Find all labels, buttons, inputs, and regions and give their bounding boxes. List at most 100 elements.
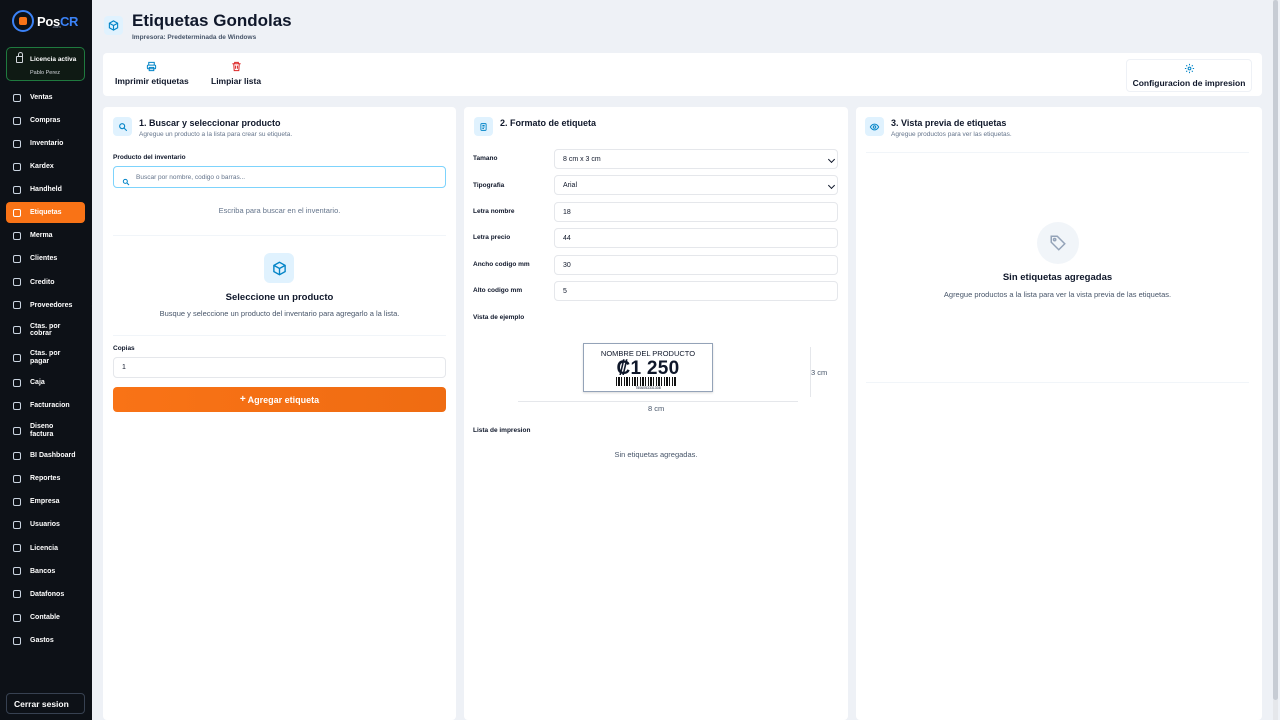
sidebar-item-bancos[interactable]: Bancos bbox=[6, 561, 85, 582]
page-scrollbar[interactable] bbox=[1273, 0, 1278, 720]
sidebar-item-merma[interactable]: Merma bbox=[6, 226, 85, 247]
sidebar-item-ctas-por-cobrar[interactable]: Ctas. por cobrar bbox=[6, 318, 85, 343]
copies-input[interactable]: 1 bbox=[113, 357, 446, 378]
plus-icon: + bbox=[239, 393, 246, 405]
user-icon bbox=[13, 255, 21, 264]
print-list-empty: Sin etiquetas agregadas. bbox=[614, 450, 698, 459]
sidebar-item-diseno-factura[interactable]: Diseno factura bbox=[6, 418, 85, 443]
sidebar-item-label: Bancos bbox=[30, 567, 56, 575]
clipboard-icon bbox=[13, 116, 21, 125]
price-size-input[interactable]: 44 bbox=[554, 228, 838, 248]
sidebar-item-etiquetas[interactable]: Etiquetas bbox=[6, 202, 85, 224]
product-search-input[interactable] bbox=[136, 171, 436, 183]
labels-preview-panel: 3. Vista previa de etiquetas Agregue pro… bbox=[856, 107, 1262, 720]
search-icon bbox=[122, 173, 130, 191]
gear-icon bbox=[1184, 63, 1195, 74]
barcode-height-input[interactable]: 5 bbox=[554, 281, 838, 301]
width-dimension-line bbox=[518, 401, 798, 402]
barcode-width-input[interactable]: 30 bbox=[554, 255, 838, 275]
sample-barcode-number: 7506053331308 bbox=[635, 386, 661, 390]
sidebar: PosCR .com Licencia activa Pablo Perez V… bbox=[0, 0, 92, 720]
sidebar-item-contable[interactable]: Contable bbox=[6, 607, 85, 628]
sidebar-item-label: Ventas bbox=[30, 93, 53, 101]
sidebar-item-ventas[interactable]: Ventas bbox=[6, 87, 85, 108]
size-label: Tamano bbox=[473, 155, 498, 162]
gear-icon bbox=[13, 498, 21, 507]
printer-icon bbox=[146, 61, 157, 72]
print-config-button[interactable]: Configuracion de impresion bbox=[1126, 59, 1252, 92]
sidebar-item-label: Licencia bbox=[30, 544, 59, 552]
sidebar-item-datafonos[interactable]: Datafonos bbox=[6, 584, 85, 605]
sample-label-preview: NOMBRE DEL PRODUCTO ₡1 250 7506053331308 bbox=[583, 343, 713, 392]
font-select[interactable]: Arial bbox=[554, 175, 838, 195]
sidebar-item-label: Diseno factura bbox=[30, 423, 54, 438]
search-hint: Escriba para buscar en el inventario. bbox=[218, 206, 341, 215]
sidebar-item-licencia[interactable]: Licencia bbox=[6, 538, 85, 559]
sidebar-item-ctas-por-pagar[interactable]: Ctas. por pagar bbox=[6, 345, 85, 370]
download-icon bbox=[13, 326, 21, 335]
sidebar-item-facturacion[interactable]: Facturacion bbox=[6, 395, 85, 416]
sidebar-item-proveedores[interactable]: Proveedores bbox=[6, 295, 85, 316]
sidebar-item-credito[interactable]: Credito bbox=[6, 272, 85, 293]
sidebar-item-label: Caja bbox=[30, 378, 45, 386]
sidebar-item-reportes[interactable]: Reportes bbox=[6, 469, 85, 490]
sidebar-item-label: Proveedores bbox=[30, 301, 73, 309]
sidebar-item-label: Datafonos bbox=[30, 590, 65, 598]
logo-subtext: .com bbox=[52, 24, 61, 29]
sidebar-nav: Ventas Compras Inventario Kardex Handheld Eti… bbox=[6, 87, 85, 653]
panel-subtitle: Agregue un producto a la lista para crea… bbox=[139, 131, 293, 138]
logout-button[interactable]: Cerrar sesion bbox=[6, 693, 85, 714]
price-size-label: Letra precio bbox=[473, 234, 511, 241]
sidebar-item-gastos[interactable]: Gastos bbox=[6, 630, 85, 651]
search-icon bbox=[113, 117, 132, 136]
bank-icon bbox=[13, 567, 21, 576]
preview-empty-state: Sin etiquetas agregadas Agregue producto… bbox=[866, 152, 1249, 383]
upload-icon bbox=[13, 353, 21, 362]
box-icon bbox=[104, 16, 123, 35]
sidebar-item-label: Contable bbox=[30, 613, 60, 621]
scrollbar-thumb[interactable] bbox=[1273, 0, 1278, 700]
panel-subtitle: Agregue productos para ver las etiquetas… bbox=[891, 131, 1012, 138]
add-label-text: Agregar etiqueta bbox=[247, 394, 320, 405]
sidebar-item-caja[interactable]: Caja bbox=[6, 372, 85, 393]
empty-state-title: Sin etiquetas agregadas bbox=[1002, 272, 1113, 283]
clear-list-label: Limpiar lista bbox=[211, 76, 262, 86]
sidebar-item-label: Merma bbox=[30, 232, 53, 240]
print-labels-button[interactable]: Imprimir etiquetas bbox=[115, 61, 189, 86]
sidebar-item-clientes[interactable]: Clientes bbox=[6, 249, 85, 270]
height-dimension-label: 3 cm bbox=[811, 368, 828, 377]
license-badge: Licencia activa Pablo Perez bbox=[6, 47, 85, 81]
sidebar-item-kardex[interactable]: Kardex bbox=[6, 156, 85, 177]
size-select[interactable]: 8 cm x 3 cm bbox=[554, 149, 838, 169]
box-icon bbox=[13, 139, 21, 148]
product-search-box[interactable] bbox=[113, 166, 446, 188]
card-icon bbox=[13, 590, 21, 599]
sidebar-item-bi-dashboard[interactable]: BI Dashboard bbox=[6, 445, 85, 466]
cart-icon bbox=[13, 93, 21, 102]
sidebar-item-empresa[interactable]: Empresa bbox=[6, 492, 85, 513]
license-status: Licencia activa bbox=[30, 56, 77, 63]
page-title: Etiquetas Gondolas bbox=[132, 11, 292, 30]
sidebar-item-usuarios[interactable]: Usuarios bbox=[6, 515, 85, 536]
sidebar-item-label: Clientes bbox=[30, 255, 58, 263]
sample-view-label: Vista de ejemplo bbox=[473, 314, 525, 321]
product-field-label: Producto del inventario bbox=[113, 154, 186, 161]
sidebar-item-label: Inventario bbox=[30, 139, 64, 147]
sidebar-item-handheld[interactable]: Handheld bbox=[6, 179, 85, 200]
search-product-panel: 1. Buscar y seleccionar producto Agregue… bbox=[103, 107, 456, 720]
license-user: Pablo Perez bbox=[30, 70, 60, 76]
sidebar-item-inventario[interactable]: Inventario bbox=[6, 133, 85, 154]
bar-chart-icon bbox=[13, 451, 21, 460]
add-label-button[interactable]: + Agregar etiqueta bbox=[113, 387, 446, 412]
panel-title: 1. Buscar y seleccionar producto bbox=[139, 118, 281, 128]
clear-list-button[interactable]: Limpiar lista bbox=[211, 61, 261, 86]
sidebar-item-label: Etiquetas bbox=[30, 209, 62, 217]
name-size-input[interactable]: 18 bbox=[554, 202, 838, 222]
app-logo[interactable]: PosCR bbox=[12, 8, 80, 34]
sidebar-item-compras[interactable]: Compras bbox=[6, 110, 85, 131]
barcode-width-label: Ancho codigo mm bbox=[473, 261, 530, 268]
font-label: Tipografia bbox=[473, 182, 505, 189]
logo-icon bbox=[12, 10, 34, 32]
sidebar-item-label: Ctas. por cobrar bbox=[30, 322, 61, 338]
chart-icon bbox=[13, 162, 21, 171]
